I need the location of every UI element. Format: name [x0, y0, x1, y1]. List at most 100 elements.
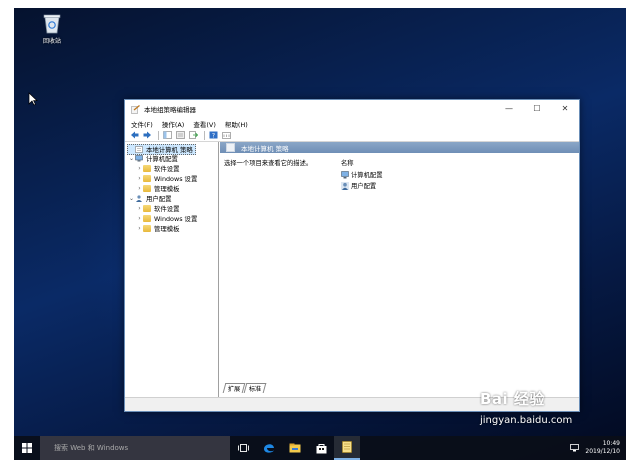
toolbar-separator [158, 130, 159, 140]
console-tree[interactable]: 本地计算机 策略 ⌄ 计算机配置 › 软件设置 › Windows 设置 › 管… [125, 142, 219, 397]
policy-editor-icon [131, 104, 140, 114]
view-tabs: 扩展 标准 [220, 383, 268, 393]
folder-icon [143, 225, 151, 232]
recycle-bin-icon [42, 12, 62, 34]
toolbar-separator [204, 130, 205, 140]
watermark-brand: Bai 经验 [480, 390, 545, 408]
tree-node-admin-templates-computer[interactable]: › 管理模板 [136, 184, 180, 193]
details-pane: 本地计算机 策略 选择一个项目来查看它的描述。 名称 计算机配置 用户配置 扩展… [220, 142, 579, 397]
chevron-down-icon[interactable]: ⌄ [128, 155, 135, 162]
policy-document-icon [226, 143, 235, 152]
user-icon [341, 181, 349, 190]
tree-label: 管理模板 [154, 225, 180, 233]
computer-icon [341, 170, 349, 178]
toolbar: ? [125, 129, 579, 142]
network-icon[interactable] [570, 444, 580, 452]
folder-icon [143, 205, 151, 212]
details-header-title: 本地计算机 策略 [241, 144, 289, 153]
details-header: 本地计算机 策略 [220, 142, 579, 153]
tab-standard-label: 标准 [249, 386, 262, 393]
clock-time: 10:49 [602, 440, 620, 447]
group-policy-editor-window[interactable]: 本地组策略编辑器 — ☐ ✕ 文件(F) 操作(A) 查看(V) 帮助(H) ?… [124, 99, 580, 412]
system-tray: 10:49 2019/12/10 [570, 436, 620, 460]
list-item-label: 用户配置 [351, 183, 377, 190]
view-button[interactable] [221, 131, 231, 140]
recycle-bin[interactable]: 回收站 [34, 12, 70, 45]
list-item-label: 计算机配置 [351, 172, 383, 179]
store-button[interactable] [308, 436, 334, 460]
folder-icon [143, 185, 151, 192]
start-button[interactable] [14, 436, 40, 460]
computer-icon [135, 155, 143, 162]
policy-editor-taskbar-icon [342, 441, 352, 453]
menu-bar: 文件(F) 操作(A) 查看(V) 帮助(H) [125, 118, 579, 129]
tree-node-user-config[interactable]: ⌄ 用户配置 [128, 194, 172, 203]
description-text: 选择一个项目来查看它的描述。 [224, 160, 313, 167]
tree-node-computer-config[interactable]: ⌄ 计算机配置 [128, 154, 178, 163]
forward-arrow-icon [143, 131, 151, 139]
export-list-button[interactable] [188, 131, 198, 140]
tree-node-windows-settings-computer[interactable]: › Windows 设置 [136, 174, 197, 183]
minimize-button[interactable]: — [495, 100, 523, 118]
chevron-right-icon[interactable]: › [136, 175, 143, 182]
search-placeholder: 搜索 Web 和 Windows [54, 444, 129, 452]
clock-date: 2019/12/10 [585, 448, 620, 455]
folder-icon [143, 165, 151, 172]
tree-label: 用户配置 [146, 195, 172, 203]
chevron-right-icon[interactable]: › [136, 165, 143, 172]
taskbar-search-box[interactable]: 搜索 Web 和 Windows [40, 436, 230, 460]
close-button[interactable]: ✕ [551, 100, 579, 118]
watermark-url: jingyan.baidu.com [480, 415, 573, 426]
tab-standard[interactable]: 标准 [244, 383, 268, 393]
folder-icon [143, 215, 151, 222]
file-explorer-icon [289, 443, 301, 453]
tree-label: Windows 设置 [154, 215, 198, 223]
help-button[interactable]: ? [208, 131, 218, 140]
maximize-button[interactable]: ☐ [523, 100, 551, 118]
title-bar[interactable]: 本地组策略编辑器 — ☐ ✕ [125, 100, 579, 118]
recycle-bin-label: 回收站 [42, 38, 61, 45]
menu-view[interactable]: 查看(V) [193, 119, 216, 129]
tree-label: 软件设置 [154, 205, 180, 213]
view-icon [221, 132, 231, 139]
tree-node-software-settings-user[interactable]: › 软件设置 [136, 204, 180, 213]
console-tree-icon [162, 131, 172, 139]
properties-button[interactable] [175, 131, 185, 140]
menu-help[interactable]: 帮助(H) [225, 119, 248, 129]
help-icon: ? [209, 131, 217, 139]
tree-node-software-settings-computer[interactable]: › 软件设置 [136, 164, 180, 173]
properties-icon [175, 131, 185, 139]
tree-label: 计算机配置 [146, 155, 178, 163]
windows-logo-icon [22, 443, 32, 453]
list-item-computer-config[interactable]: 计算机配置 [341, 170, 382, 179]
tree-node-admin-templates-user[interactable]: › 管理模板 [136, 224, 180, 233]
forward-button[interactable] [142, 131, 152, 140]
menu-file[interactable]: 文件(F) [131, 119, 153, 129]
edge-icon [264, 444, 274, 453]
clock[interactable]: 10:49 2019/12/10 [585, 440, 620, 456]
tree-label: 软件设置 [154, 165, 180, 173]
show-hide-tree-button[interactable] [162, 131, 172, 140]
chevron-right-icon[interactable]: › [136, 185, 143, 192]
notepad-button[interactable] [334, 436, 360, 460]
chevron-right-icon[interactable]: › [136, 225, 143, 232]
tab-extended[interactable]: 扩展 [222, 383, 246, 393]
file-explorer-button[interactable] [282, 436, 308, 460]
chevron-down-icon[interactable]: ⌄ [128, 195, 135, 202]
mouse-cursor-icon [28, 92, 38, 106]
menu-action[interactable]: 操作(A) [162, 119, 185, 129]
edge-browser-button[interactable] [256, 436, 282, 460]
tab-extended-label: 扩展 [227, 386, 241, 393]
chevron-right-icon[interactable]: › [136, 205, 143, 212]
task-view-button[interactable] [230, 436, 256, 460]
back-button[interactable] [129, 131, 139, 140]
tree-node-windows-settings-user[interactable]: › Windows 设置 [136, 214, 197, 223]
folder-icon [143, 175, 151, 182]
task-view-icon [237, 444, 249, 452]
column-header-name[interactable]: 名称 [341, 158, 354, 167]
export-icon [188, 131, 198, 139]
chevron-right-icon[interactable]: › [136, 215, 143, 222]
taskbar: 搜索 Web 和 Windows 10:49 2019/12/10 [14, 436, 626, 460]
list-item-user-config[interactable]: 用户配置 [341, 181, 376, 190]
tree-label: 管理模板 [154, 185, 180, 193]
